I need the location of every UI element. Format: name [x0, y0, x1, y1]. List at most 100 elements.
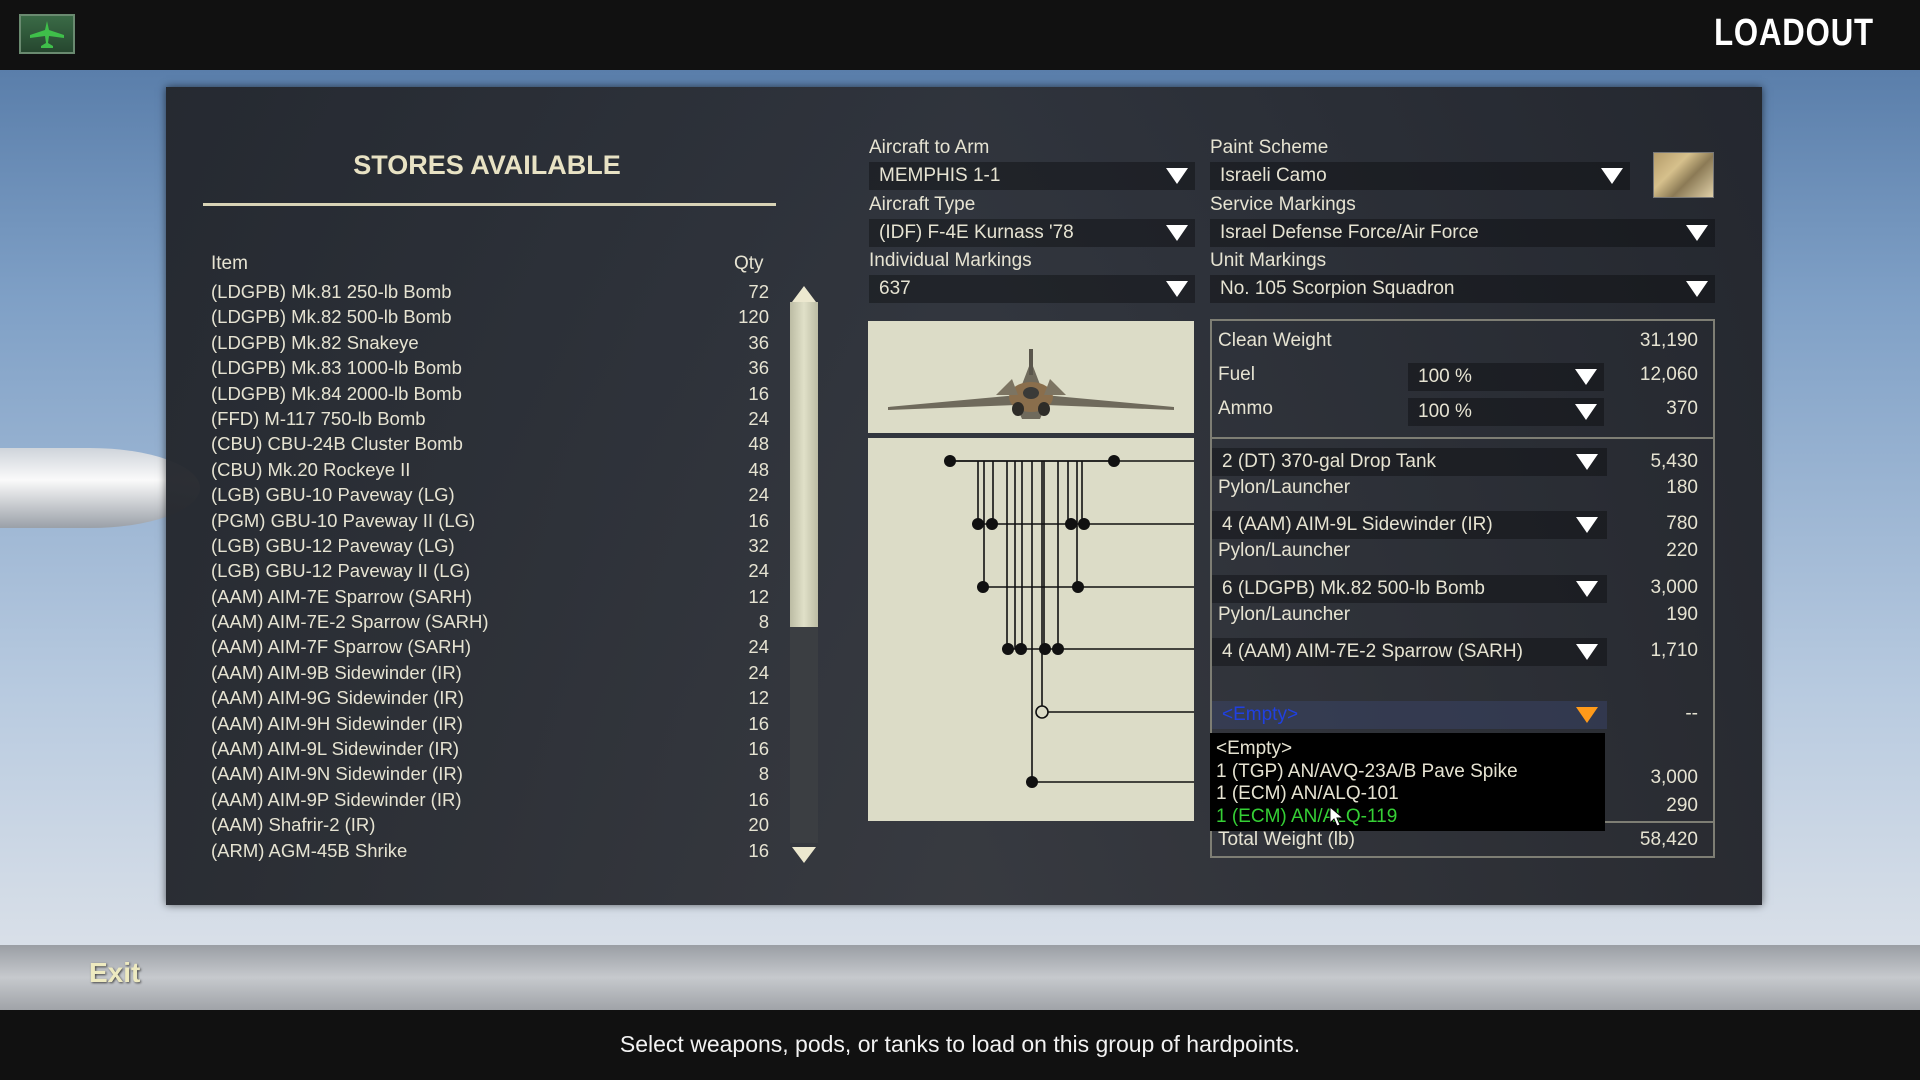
hardpoint-3-pylon-weight: 190 [1666, 604, 1698, 625]
fuel-label: Fuel [1218, 364, 1255, 385]
store-item-name: (FFD) M-117 750-lb Bomb [211, 407, 426, 429]
hardpoint-2-dropdown[interactable]: 4 (AAM) AIM-9L Sidewinder (IR) [1212, 511, 1607, 539]
option-pave-spike[interactable]: 1 (TGP) AN/AVQ-23A/B Pave Spike [1216, 761, 1605, 784]
hardpoint-2-pylon-label: Pylon/Launcher [1218, 540, 1351, 561]
service-markings-dropdown[interactable]: Israel Defense Force/Air Force [1210, 219, 1715, 247]
store-list-item[interactable]: (AAM) AIM-7E-2 Sparrow (SARH) 8 [211, 609, 769, 634]
store-list-item[interactable]: (LDGPB) Mk.81 250-lb Bomb 72 [211, 279, 769, 304]
store-item-qty: 32 [748, 534, 769, 556]
triangle-up-icon [792, 286, 816, 302]
store-item-qty: 20 [748, 814, 769, 836]
hardpoint-3-dropdown[interactable]: 6 (LDGPB) Mk.82 500-lb Bomb [1212, 575, 1607, 603]
store-list-item[interactable]: (CBU) Mk.20 Rockeye II 48 [211, 457, 769, 482]
store-list-item[interactable]: (AAM) AIM-9L Sidewinder (IR) 16 [211, 736, 769, 761]
chevron-down-icon [1575, 369, 1597, 385]
chevron-down-icon [1166, 168, 1188, 184]
store-item-qty: 24 [748, 407, 769, 429]
store-item-name: (ARM) AGM-45B Shrike [211, 839, 408, 861]
store-item-name: (LDGPB) Mk.83 1000-lb Bomb [211, 357, 462, 379]
store-list-item[interactable]: (AAM) Shafrir-2 (IR) 20 [211, 812, 769, 837]
status-message: Select weapons, pods, or tanks to load o… [619, 1031, 1301, 1057]
chevron-down-icon [1576, 707, 1598, 723]
store-item-qty: 16 [748, 382, 769, 404]
store-item-name: (CBU) CBU-24B Cluster Bomb [211, 433, 463, 455]
chevron-down-icon [1576, 454, 1598, 470]
chevron-down-icon [1576, 517, 1598, 533]
scrollbar-thumb[interactable] [790, 302, 818, 627]
store-list-item[interactable]: (AAM) AIM-9P Sidewinder (IR) 16 [211, 787, 769, 812]
aircraft-icon [30, 21, 64, 48]
hardpoint-3-weight: 3,000 [1650, 577, 1698, 598]
store-list-item[interactable]: (FFD) M-117 750-lb Bomb 24 [211, 406, 769, 431]
scroll-down-button[interactable] [790, 844, 818, 866]
ammo-dropdown[interactable]: 100 % [1408, 398, 1604, 426]
store-list-item[interactable]: (LGB) GBU-10 Paveway (LG) 24 [211, 482, 769, 507]
store-item-qty: 48 [748, 433, 769, 455]
store-item-qty: 36 [748, 331, 769, 353]
store-list-item[interactable]: (AAM) AIM-9G Sidewinder (IR) 12 [211, 685, 769, 710]
store-item-name: (LDGPB) Mk.81 250-lb Bomb [211, 281, 452, 302]
individual-markings-value: 637 [879, 278, 911, 299]
option-alq-119[interactable]: 1 (ECM) AN/ALQ-119 [1216, 806, 1605, 829]
clean-weight-value: 31,190 [1639, 330, 1698, 351]
store-list-item[interactable]: (ARM) AGM-45B Shrike 16 [211, 838, 769, 863]
hardpoint-4-store: 4 (AAM) AIM-7E-2 Sparrow (SARH) [1222, 641, 1523, 662]
hardpoint-3-store: 6 (LDGPB) Mk.82 500-lb Bomb [1222, 578, 1485, 599]
store-list-item[interactable]: (LGB) GBU-12 Paveway II (LG) 24 [211, 558, 769, 583]
store-item-name: (AAM) AIM-9P Sidewinder (IR) [211, 788, 462, 810]
paint-scheme-value: Israeli Camo [1220, 165, 1327, 186]
exit-button[interactable]: Exit [89, 957, 140, 989]
total-weight-value: 58,420 [1639, 829, 1698, 850]
service-markings-value: Israel Defense Force/Air Force [1220, 222, 1479, 243]
store-item-qty: 16 [748, 712, 769, 734]
store-item-qty: 24 [748, 661, 769, 683]
aircraft-to-arm-dropdown[interactable]: MEMPHIS 1-1 [869, 162, 1195, 190]
hardpoint-1-dropdown[interactable]: 2 (DT) 370-gal Drop Tank [1212, 448, 1607, 476]
store-list-item[interactable]: (AAM) AIM-7F Sparrow (SARH) 24 [211, 634, 769, 659]
option-alq-101[interactable]: 1 (ECM) AN/ALQ-101 [1216, 783, 1605, 806]
store-list-item[interactable]: (LDGPB) Mk.82 500-lb Bomb 120 [211, 304, 769, 329]
store-item-qty: 120 [738, 306, 769, 328]
hardpoint-4-dropdown[interactable]: 4 (AAM) AIM-7E-2 Sparrow (SARH) [1212, 638, 1607, 666]
store-list-item[interactable]: (LDGPB) Mk.83 1000-lb Bomb 36 [211, 355, 769, 380]
aircraft-type-label: Aircraft Type [869, 194, 976, 215]
store-list-item[interactable]: (CBU) CBU-24B Cluster Bomb 48 [211, 431, 769, 456]
store-list-item[interactable]: (PGM) GBU-10 Paveway II (LG) 16 [211, 508, 769, 533]
store-list-item[interactable]: (AAM) AIM-9H Sidewinder (IR) 16 [211, 711, 769, 736]
store-list-item[interactable]: (LDGPB) Mk.82 Snakeye 36 [211, 330, 769, 355]
stores-scrollbar[interactable] [790, 302, 818, 843]
store-item-name: (PGM) GBU-10 Paveway II (LG) [211, 509, 476, 531]
store-list-item[interactable]: (AAM) AIM-7E Sparrow (SARH) 12 [211, 584, 769, 609]
home-button[interactable] [19, 14, 75, 54]
fuel-dropdown[interactable]: 100 % [1408, 363, 1604, 391]
ammo-percent: 100 % [1418, 401, 1472, 422]
item-column-header: Item [211, 253, 248, 274]
paint-scheme-dropdown[interactable]: Israeli Camo [1210, 162, 1630, 190]
store-item-qty: 16 [748, 839, 769, 861]
individual-markings-dropdown[interactable]: 637 [869, 275, 1195, 303]
hardpoint-5-dropdown[interactable]: <Empty> [1212, 701, 1607, 729]
hardpoint-6-pylon-weight: 290 [1666, 795, 1698, 816]
store-list-item[interactable]: (LGB) GBU-12 Paveway (LG) 32 [211, 533, 769, 558]
unit-markings-dropdown[interactable]: No. 105 Scorpion Squadron [1210, 275, 1715, 303]
fuel-percent: 100 % [1418, 366, 1472, 387]
individual-markings-label: Individual Markings [869, 250, 1032, 271]
aircraft-to-arm-label: Aircraft to Arm [869, 137, 990, 158]
store-item-qty: 12 [748, 585, 769, 607]
store-item-qty: 72 [748, 281, 769, 302]
hardpoint-4-weight: 1,710 [1650, 640, 1698, 661]
chevron-down-icon [1576, 644, 1598, 660]
status-bar: Select weapons, pods, or tanks to load o… [0, 1010, 1920, 1080]
store-list-item[interactable]: (AAM) AIM-9B Sidewinder (IR) 24 [211, 660, 769, 685]
store-item-qty: 48 [748, 458, 769, 480]
store-list-item[interactable]: (AAM) AIM-9N Sidewinder (IR) 8 [211, 761, 769, 786]
store-item-name: (LDGPB) Mk.84 2000-lb Bomb [211, 382, 462, 404]
hardpoint-1-pylon-label: Pylon/Launcher [1218, 477, 1351, 498]
store-item-name: (AAM) AIM-9L Sidewinder (IR) [211, 738, 460, 760]
store-list-item[interactable]: (LDGPB) Mk.84 2000-lb Bomb 16 [211, 381, 769, 406]
store-item-name: (LGB) GBU-10 Paveway (LG) [211, 484, 455, 506]
option-empty[interactable]: <Empty> [1216, 738, 1605, 761]
stores-title: STORES AVAILABLE [353, 150, 621, 180]
aircraft-to-arm-value: MEMPHIS 1-1 [879, 165, 1001, 186]
aircraft-type-dropdown[interactable]: (IDF) F-4E Kurnass '78 [869, 219, 1195, 247]
